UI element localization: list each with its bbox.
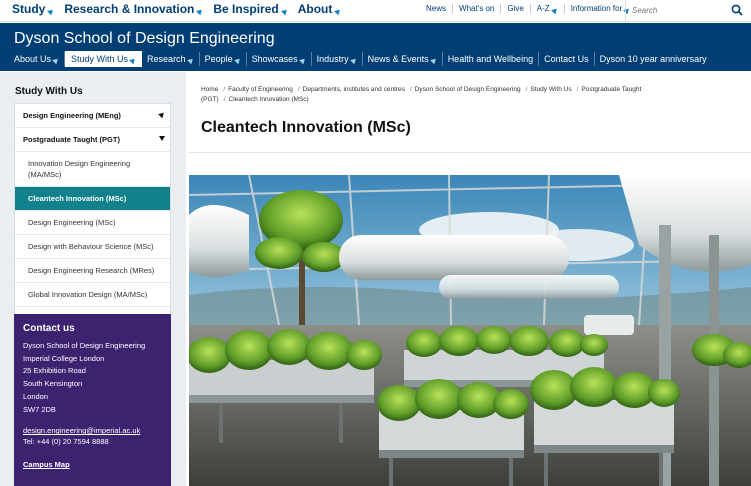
site-title[interactable]: Dyson School of Design Engineering: [14, 30, 275, 48]
nav-study[interactable]: Study: [12, 2, 56, 16]
breadcrumb-separator: /: [223, 86, 226, 93]
campus-map-link[interactable]: Campus Map: [23, 460, 162, 469]
triangle-icon: [298, 56, 307, 65]
sidebar-nav-item[interactable]: Design with Behaviour Science (MSc): [15, 235, 170, 259]
triangle-icon: [196, 7, 205, 15]
breadcrumb: Home / Faculty of Engineering / Departments,…: [201, 85, 681, 105]
address-line: Imperial College London: [23, 353, 105, 363]
breadcrumb-link[interactable]: Home: [201, 86, 218, 93]
page-title: Cleantech Innovation (MSc): [201, 119, 411, 136]
section-nav-label: Health and Wellbeing: [447, 54, 534, 64]
section-nav: About Us Study With Us Research People Showc…: [9, 51, 712, 67]
top-utility-bar: Study Research & Innovation Be Inspired …: [0, 0, 751, 22]
triangle-icon[interactable]: [159, 136, 165, 141]
address-line: SW7 2DB: [23, 404, 56, 414]
sidebar-nav-label: Design Engineering Research (MRes): [28, 266, 155, 275]
breadcrumb-link[interactable]: Departments, institutes and centres: [303, 86, 405, 93]
triangle-icon: [233, 56, 242, 65]
section-nav-label: People: [204, 54, 233, 64]
sidebar-nav-item[interactable]: Innovation Design Engineering (MA/MSc): [15, 152, 170, 187]
sidebar-nav-label: Cleantech Innovation (MSc): [28, 194, 127, 203]
breadcrumb-link: Cleantech Innovation (MSc): [228, 96, 309, 103]
section-nav-item[interactable]: Contact Us: [539, 52, 595, 66]
section-nav-item[interactable]: About Us: [9, 52, 66, 66]
triangle-icon: [349, 56, 358, 65]
section-nav-item[interactable]: Showcases: [247, 52, 312, 66]
search-input[interactable]: [632, 3, 728, 18]
section-nav-item[interactable]: Industry: [312, 52, 363, 66]
sidebar-nav-label: Design with Behaviour Science (MSc): [28, 242, 154, 251]
section-nav-item[interactable]: Dyson 10 year anniversary: [595, 52, 712, 66]
triangle-icon[interactable]: [158, 110, 166, 119]
section-nav-label: Dyson 10 year anniversary: [599, 54, 707, 64]
hero-image: [189, 175, 751, 486]
section-nav-label: News & Events: [367, 54, 429, 64]
triangle-icon: [280, 7, 289, 15]
search-icon[interactable]: [731, 4, 743, 16]
breadcrumb-separator: /: [297, 86, 300, 93]
section-nav-label: Research: [147, 54, 186, 64]
utility-links: News What's on Give A-Z Information for: [420, 4, 636, 15]
triangle-icon: [52, 56, 60, 65]
contact-email-link[interactable]: design.engineering@imperial.ac.uk: [23, 426, 162, 435]
triangle-icon: [47, 7, 56, 15]
triangle-icon: [186, 56, 195, 65]
section-nav-label: About Us: [14, 54, 52, 64]
sidebar-heading: Study With Us: [15, 86, 83, 97]
sidebar-nav-item[interactable]: Global Innovation Design (MA/MSc): [15, 283, 170, 307]
sidebar-nav-label: Postgraduate Taught (PGT): [23, 135, 120, 144]
sidebar-nav-item[interactable]: Postgraduate Taught (PGT): [15, 128, 170, 152]
sidebar-nav-item[interactable]: Design Engineering (MSc): [15, 211, 170, 235]
main-content: Home / Faculty of Engineering / Departments,…: [189, 72, 751, 486]
primary-nav: Study Research & Innovation Be Inspired …: [12, 2, 343, 16]
sidebar-nav-item[interactable]: Design Engineering (MEng): [15, 104, 170, 128]
util-give[interactable]: Give: [501, 4, 531, 13]
util-a-z[interactable]: A-Z: [531, 4, 565, 15]
util-whats-on[interactable]: What's on: [453, 4, 502, 13]
triangle-icon: [334, 7, 343, 15]
section-nav-item[interactable]: Health and Wellbeing: [443, 52, 540, 66]
sidebar: Study With Us Design Engineering (MEng) P…: [0, 72, 186, 486]
nav-be-inspired[interactable]: Be Inspired: [213, 2, 289, 16]
triangle-icon: [129, 56, 137, 65]
sidebar-nav-item[interactable]: Design Engineering Research (MRes): [15, 259, 170, 283]
address-line: 25 Exhibition Road: [23, 366, 86, 376]
greenhouse-illustration: [189, 175, 751, 486]
site-header: Dyson School of Design Engineering About…: [0, 23, 751, 71]
contact-telephone: Tel: +44 (0) 20 7594 8888: [23, 437, 109, 447]
section-nav-label: Industry: [316, 54, 349, 64]
section-nav-label: Contact Us: [544, 54, 589, 64]
section-nav-item[interactable]: Research: [142, 52, 200, 66]
breadcrumb-separator: /: [223, 96, 226, 103]
contact-heading: Contact us: [23, 323, 75, 334]
sidebar-nav-label: Design Engineering (MEng): [23, 111, 121, 120]
nav-research-innovation[interactable]: Research & Innovation: [64, 2, 205, 16]
divider: [189, 152, 751, 153]
address-line: South Kensington: [23, 379, 83, 389]
breadcrumb-separator: /: [525, 86, 528, 93]
sidebar-nav-label: Global Innovation Design (MA/MSc): [28, 290, 148, 299]
triangle-icon: [429, 56, 438, 65]
section-nav-item[interactable]: People: [200, 52, 247, 66]
nav-about[interactable]: About: [298, 2, 343, 16]
address-line: Dyson School of Design Engineering: [23, 341, 146, 350]
address-line: London: [23, 391, 49, 401]
triangle-icon: [550, 6, 559, 15]
section-nav-label: Study With Us: [71, 54, 129, 64]
section-nav-item[interactable]: Study With Us: [65, 51, 143, 67]
util-news[interactable]: News: [420, 4, 454, 13]
section-nav-label: Showcases: [251, 54, 298, 64]
breadcrumb-link[interactable]: Faculty of Engineering: [228, 86, 293, 93]
breadcrumb-separator: /: [576, 86, 579, 93]
sidebar-nav-label: Design Engineering (MSc): [28, 218, 116, 227]
contact-box: Contact us Dyson School of Design Engine…: [14, 314, 171, 486]
breadcrumb-separator: /: [409, 86, 412, 93]
section-nav-item[interactable]: News & Events: [363, 52, 443, 66]
search-box: [625, 0, 751, 22]
breadcrumb-link[interactable]: Dyson School of Design Engineering: [415, 86, 521, 93]
breadcrumb-link[interactable]: Study With Us: [530, 86, 571, 93]
sidebar-nav-item[interactable]: Cleantech Innovation (MSc): [15, 187, 170, 211]
sidebar-nav-label: Innovation Design Engineering (MA/MSc): [28, 159, 131, 179]
